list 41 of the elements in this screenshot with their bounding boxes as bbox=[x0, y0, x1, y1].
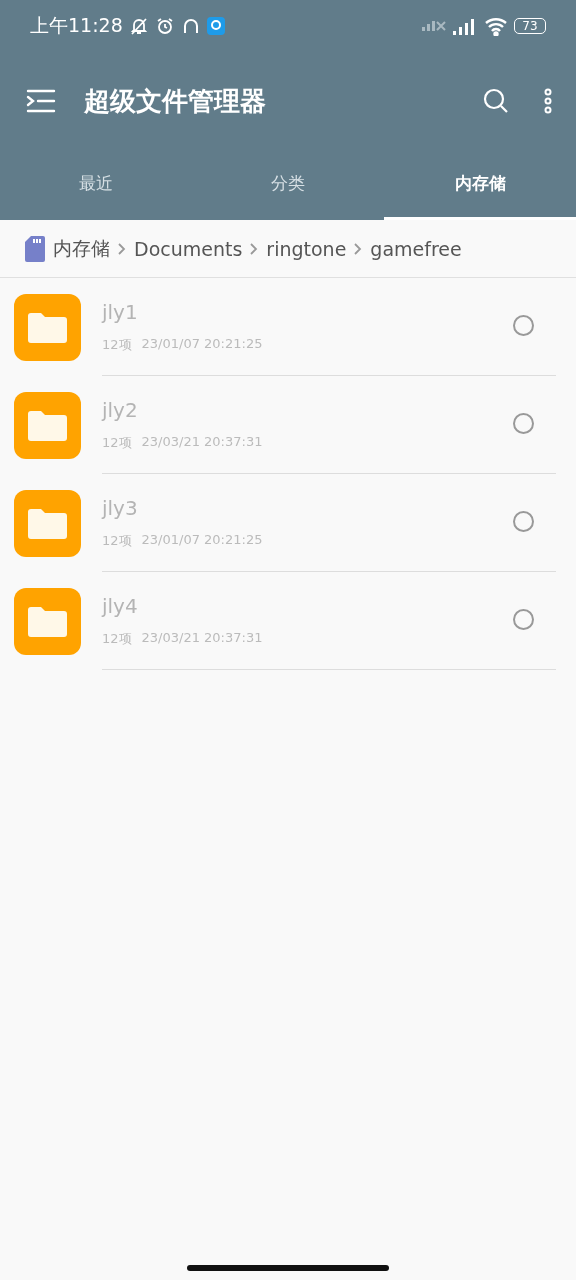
menu-icon[interactable] bbox=[26, 88, 56, 114]
file-name[interactable]: jly2 bbox=[102, 397, 556, 422]
item-count: 12项 bbox=[102, 629, 132, 648]
item-count: 12项 bbox=[102, 531, 132, 550]
select-radio[interactable] bbox=[513, 511, 534, 532]
chevron-right-icon bbox=[250, 242, 259, 255]
select-radio[interactable] bbox=[513, 413, 534, 434]
item-count: 12项 bbox=[102, 433, 132, 452]
bell-off-icon bbox=[128, 16, 149, 36]
status-time: 上午11:28 bbox=[30, 13, 123, 38]
wifi-icon bbox=[484, 16, 508, 36]
tab[interactable]: 最近 bbox=[0, 150, 192, 220]
chevron-right-icon bbox=[118, 242, 126, 255]
app-icon bbox=[206, 17, 225, 35]
breadcrumb-item[interactable]: gamefree bbox=[370, 237, 462, 260]
more-icon[interactable] bbox=[544, 88, 552, 114]
breadcrumb-item[interactable]: ringtone bbox=[266, 237, 347, 260]
folder-icon[interactable] bbox=[14, 587, 81, 655]
sd-card-icon bbox=[25, 235, 45, 262]
tab[interactable]: 内存储 bbox=[384, 150, 576, 220]
file-name[interactable]: jly1 bbox=[102, 299, 556, 324]
search-icon[interactable] bbox=[482, 87, 510, 115]
tab[interactable]: 分类 bbox=[192, 150, 384, 220]
folder-icon[interactable] bbox=[14, 293, 81, 361]
modified-date: 23/01/07 20:21:25 bbox=[141, 531, 263, 549]
app-title: 超级文件管理器 bbox=[84, 84, 267, 118]
folder-icon[interactable] bbox=[14, 391, 81, 459]
modified-date: 23/03/21 20:37:31 bbox=[141, 629, 263, 647]
file-name[interactable]: jly4 bbox=[102, 593, 556, 618]
battery-icon: 73 bbox=[514, 18, 546, 34]
select-radio[interactable] bbox=[513, 315, 534, 336]
modified-date: 23/01/07 20:21:25 bbox=[141, 335, 263, 353]
signal-icon bbox=[421, 20, 446, 32]
modified-date: 23/03/21 20:37:31 bbox=[141, 433, 263, 451]
breadcrumb-item[interactable]: 内存储 bbox=[53, 235, 110, 262]
chevron-right-icon bbox=[354, 242, 363, 255]
select-radio[interactable] bbox=[513, 609, 534, 630]
file-name[interactable]: jly3 bbox=[102, 495, 556, 520]
breadcrumb-item[interactable]: Documents bbox=[134, 237, 243, 260]
item-count: 12项 bbox=[102, 335, 132, 354]
folder-icon[interactable] bbox=[14, 489, 81, 557]
